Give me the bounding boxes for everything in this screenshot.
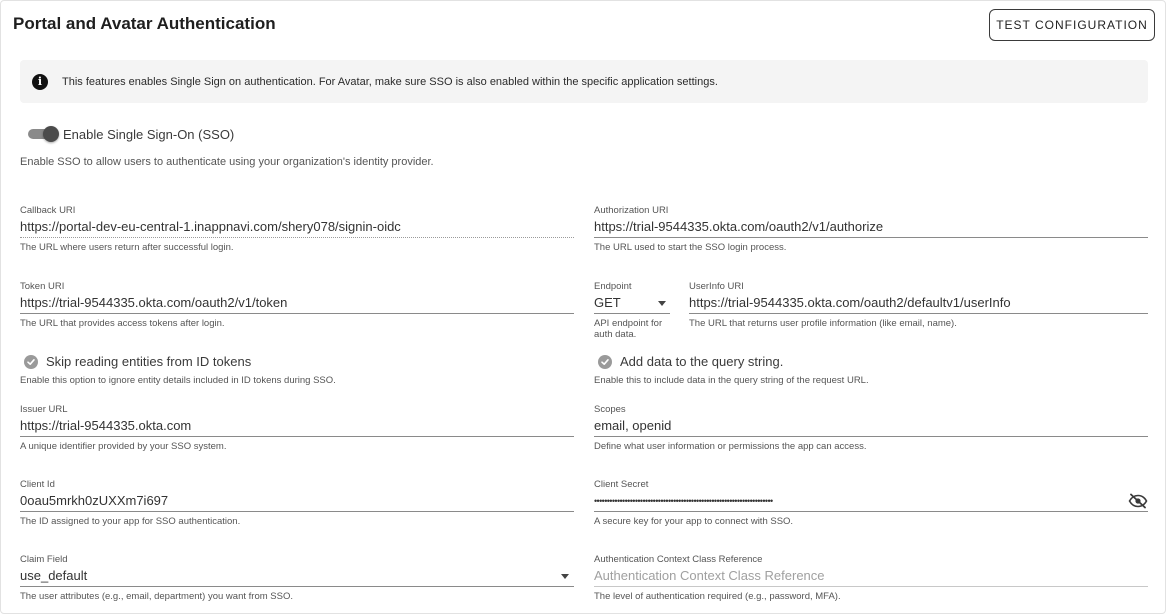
client-secret-field: Client Secret ••••••••••••••••••••••••••…	[594, 479, 1148, 527]
scopes-help: Define what user information or permissi…	[594, 441, 867, 452]
scopes-input[interactable]: email, openid	[594, 416, 1148, 437]
client-id-field: Client Id 0oau5mrkh0zUXXm7i697 The ID as…	[20, 479, 574, 527]
userinfo-uri-input[interactable]: https://trial-9544335.okta.com/oauth2/de…	[689, 293, 1148, 314]
callback-uri-label: Callback URI	[20, 205, 76, 216]
acr-help: The level of authentication required (e.…	[594, 591, 841, 602]
skip-id-tokens-option[interactable]: Skip reading entities from ID tokens Ena…	[20, 354, 564, 388]
endpoint-help-line-2: auth data.	[594, 329, 637, 340]
token-uri-input[interactable]: https://trial-9544335.okta.com/oauth2/v1…	[20, 293, 574, 314]
claim-field-help: The user attributes (e.g., email, depart…	[20, 591, 293, 602]
issuer-url-help: A unique identifier provided by your SSO…	[20, 441, 227, 452]
claim-field-value: use_default	[20, 568, 88, 583]
check-circle-icon[interactable]	[24, 355, 38, 369]
sso-toggle-label: Enable Single Sign-On (SSO)	[63, 127, 235, 142]
info-banner: i This features enables Single Sign on a…	[20, 60, 1148, 103]
scopes-label: Scopes	[594, 404, 626, 415]
claim-field-label: Claim Field	[20, 554, 68, 565]
acr-input[interactable]: Authentication Context Class Reference	[594, 566, 1148, 587]
chevron-down-icon	[561, 574, 569, 579]
client-secret-value: ••••••••••••••••••••••••••••••••••••••••…	[594, 496, 773, 506]
endpoint-label: Endpoint	[594, 281, 632, 292]
userinfo-uri-label: UserInfo URI	[689, 281, 744, 292]
token-uri-help: The URL that provides access tokens afte…	[20, 318, 225, 329]
authorization-uri-field: Authorization URI https://trial-9544335.…	[594, 205, 1148, 253]
acr-field: Authentication Context Class Reference A…	[594, 554, 1148, 602]
token-uri-field: Token URI https://trial-9544335.okta.com…	[20, 281, 574, 329]
client-id-label: Client Id	[20, 479, 55, 490]
endpoint-help: API endpoint for auth data.	[594, 318, 670, 340]
client-secret-input[interactable]: ••••••••••••••••••••••••••••••••••••••••…	[594, 491, 1148, 512]
endpoint-field: Endpoint GET API endpoint for auth data.	[594, 281, 670, 340]
callback-uri-field: Callback URI https://portal-dev-eu-centr…	[20, 205, 574, 253]
userinfo-uri-field: UserInfo URI https://trial-9544335.okta.…	[689, 281, 1148, 329]
claim-field-field: Claim Field use_default The user attribu…	[20, 554, 574, 602]
page-title: Portal and Avatar Authentication	[13, 14, 276, 33]
userinfo-uri-help: The URL that returns user profile inform…	[689, 318, 957, 329]
client-id-input[interactable]: 0oau5mrkh0zUXXm7i697	[20, 491, 574, 512]
callback-uri-input[interactable]: https://portal-dev-eu-central-1.inappnav…	[20, 217, 574, 238]
issuer-url-field: Issuer URL https://trial-9544335.okta.co…	[20, 404, 574, 452]
add-query-string-help: Enable this to include data in the query…	[594, 375, 869, 386]
issuer-url-label: Issuer URL	[20, 404, 68, 415]
authorization-uri-label: Authorization URI	[594, 205, 669, 216]
skip-id-tokens-label: Skip reading entities from ID tokens	[46, 354, 252, 369]
add-query-string-option[interactable]: Add data to the query string. Enable thi…	[594, 354, 1138, 388]
eye-off-icon[interactable]	[1128, 493, 1148, 509]
authorization-uri-help: The URL used to start the SSO login proc…	[594, 242, 787, 253]
sso-description: Enable SSO to allow users to authenticat…	[20, 156, 434, 168]
client-secret-help: A secure key for your app to connect wit…	[594, 516, 794, 527]
claim-field-select[interactable]: use_default	[20, 566, 574, 587]
chevron-down-icon	[658, 301, 666, 306]
toggle-thumb	[43, 126, 59, 142]
authorization-uri-input[interactable]: https://trial-9544335.okta.com/oauth2/v1…	[594, 217, 1148, 238]
test-configuration-button[interactable]: TEST CONFIGURATION	[989, 9, 1155, 41]
client-id-help: The ID assigned to your app for SSO auth…	[20, 516, 241, 527]
scopes-field: Scopes email, openid Define what user in…	[594, 404, 1148, 452]
check-circle-icon[interactable]	[598, 355, 612, 369]
info-text: This features enables Single Sign on aut…	[62, 75, 718, 88]
endpoint-select[interactable]: GET	[594, 293, 670, 314]
token-uri-label: Token URI	[20, 281, 65, 292]
callback-uri-help: The URL where users return after success…	[20, 242, 234, 253]
endpoint-help-line-1: API endpoint for	[594, 318, 663, 329]
sso-toggle[interactable]	[28, 126, 59, 142]
client-secret-label: Client Secret	[594, 479, 649, 490]
info-icon: i	[32, 73, 48, 90]
acr-label: Authentication Context Class Reference	[594, 554, 763, 565]
add-query-string-label: Add data to the query string.	[620, 354, 784, 369]
skip-id-tokens-help: Enable this option to ignore entity deta…	[20, 375, 336, 386]
endpoint-value: GET	[594, 295, 621, 310]
issuer-url-input[interactable]: https://trial-9544335.okta.com	[20, 416, 574, 437]
